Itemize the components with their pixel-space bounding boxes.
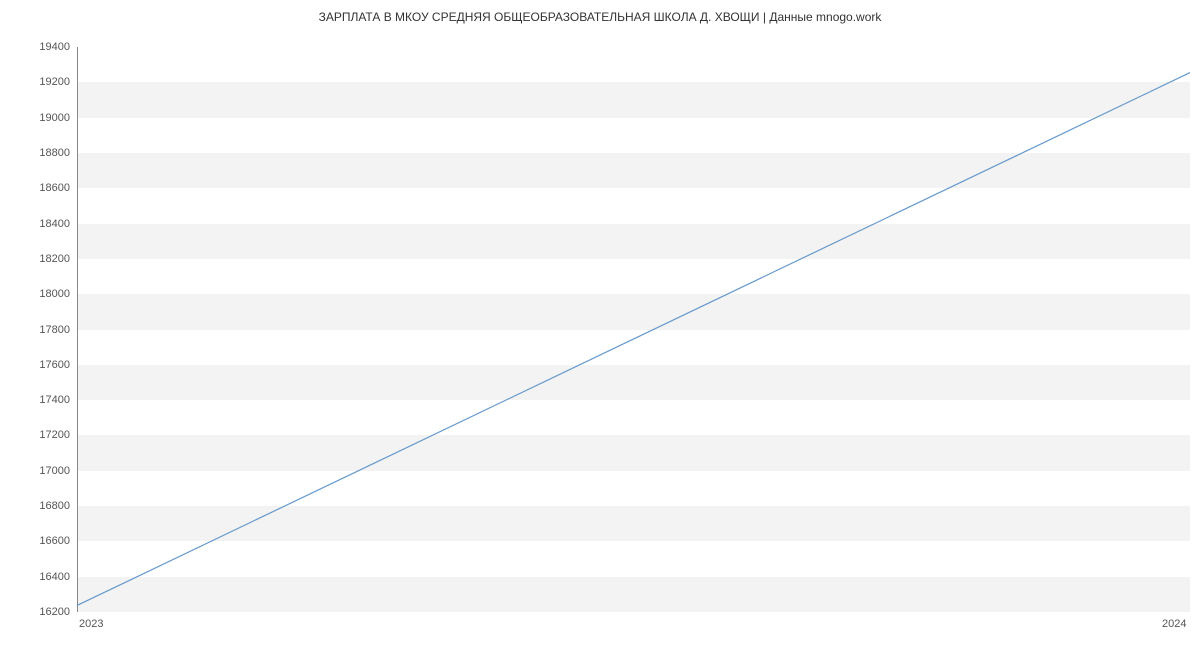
y-tick-label: 18600: [10, 182, 70, 194]
chart-title: ЗАРПЛАТА В МКОУ СРЕДНЯЯ ОБЩЕОБРАЗОВАТЕЛЬ…: [0, 10, 1200, 24]
y-tick-label: 18800: [10, 147, 70, 159]
y-tick-label: 16600: [10, 535, 70, 547]
x-tick-label: 2023: [79, 618, 103, 630]
y-tick-label: 17600: [10, 359, 70, 371]
y-tick-label: 18000: [10, 288, 70, 300]
y-tick-label: 16800: [10, 500, 70, 512]
y-tick-label: 17800: [10, 324, 70, 336]
y-tick-label: 17000: [10, 465, 70, 477]
y-tick-label: 19200: [10, 76, 70, 88]
y-tick-label: 19400: [10, 41, 70, 53]
y-tick-label: 18200: [10, 253, 70, 265]
y-tick-label: 17400: [10, 394, 70, 406]
y-tick-label: 18400: [10, 218, 70, 230]
y-tick-label: 16200: [10, 606, 70, 618]
y-tick-label: 19000: [10, 112, 70, 124]
x-tick-label: 2024: [1162, 618, 1186, 630]
chart-line-series: [77, 47, 1190, 612]
y-tick-label: 16400: [10, 571, 70, 583]
y-tick-label: 17200: [10, 429, 70, 441]
